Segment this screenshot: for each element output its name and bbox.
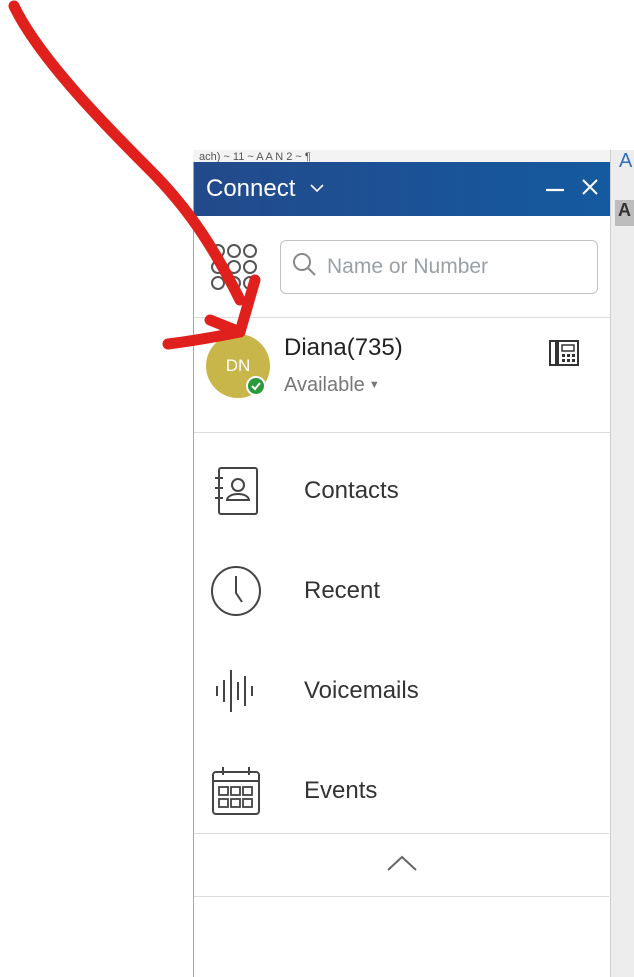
calendar-icon: [206, 761, 266, 821]
waveform-icon: [206, 661, 266, 721]
collapse-button[interactable]: [194, 833, 609, 897]
background-app-edge: A A: [610, 150, 634, 977]
chevron-up-icon: [385, 853, 419, 878]
connect-panel: Connect Name or Number DN Diana(735) Ava…: [193, 162, 610, 977]
search-input[interactable]: [325, 253, 587, 280]
user-profile-row: DN Diana(735) Available ▼: [194, 318, 610, 433]
desk-phone-icon[interactable]: [548, 338, 580, 373]
search-icon: [291, 251, 317, 282]
nav-label-voicemails: Voicemails: [304, 677, 419, 704]
user-name: Diana(735): [284, 334, 403, 361]
title-menu[interactable]: Connect: [206, 175, 325, 203]
chevron-down-icon[interactable]: [309, 181, 325, 199]
caret-down-icon: ▼: [368, 379, 380, 391]
search-box[interactable]: [280, 239, 598, 294]
nav-item-events[interactable]: Events: [194, 741, 610, 841]
search-row: [194, 216, 610, 318]
close-icon[interactable]: [580, 177, 600, 201]
background-blue-letter: A: [619, 150, 633, 172]
available-status-icon: [246, 376, 266, 396]
status-dropdown[interactable]: Available ▼: [284, 374, 380, 397]
avatar-initials: DN: [225, 356, 251, 375]
nav-label-contacts: Contacts: [304, 477, 399, 504]
clock-icon: [206, 561, 266, 621]
nav-item-contacts[interactable]: Contacts: [194, 441, 610, 541]
nav-item-voicemails[interactable]: Voicemails: [194, 641, 610, 741]
navigation-list: Contacts Recent Voicemails Events: [194, 433, 610, 841]
background-gray-letter: A: [615, 200, 634, 226]
nav-label-recent: Recent: [304, 577, 381, 604]
minimize-icon[interactable]: [544, 176, 566, 202]
panel-title: Connect: [206, 175, 296, 202]
dialpad-icon[interactable]: [208, 241, 260, 293]
contacts-book-icon: [206, 461, 266, 521]
nav-label-events: Events: [304, 777, 378, 804]
title-bar: Connect: [194, 162, 610, 216]
nav-item-recent[interactable]: Recent: [194, 541, 610, 641]
status-label: Available: [284, 374, 365, 396]
